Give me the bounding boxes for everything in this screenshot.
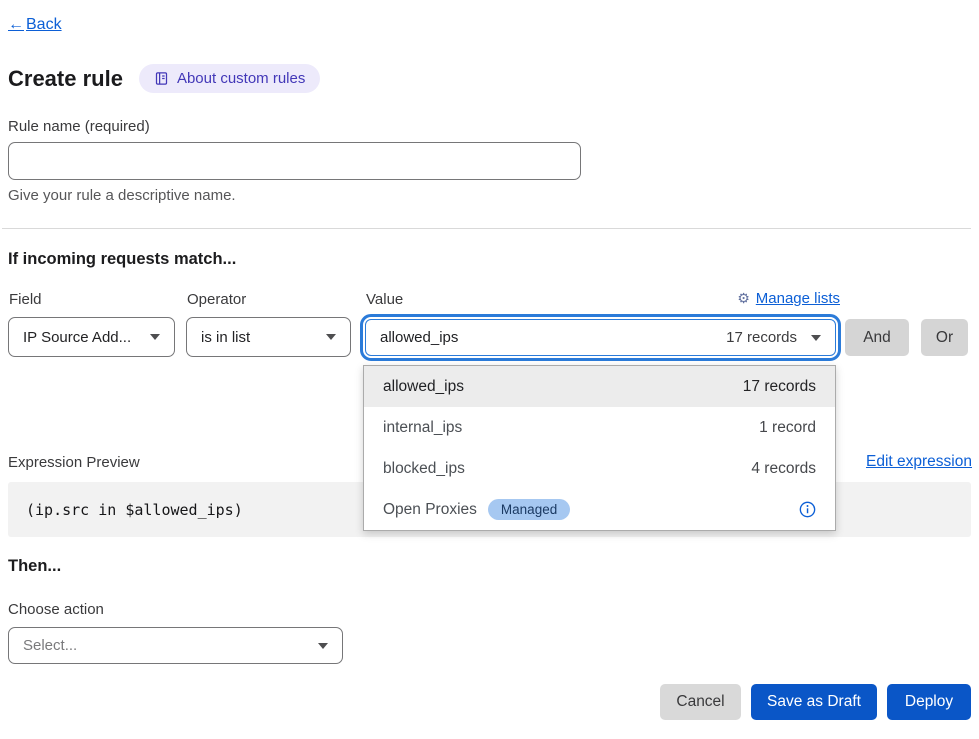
- value-select-record-count: 17 records: [726, 329, 797, 346]
- deploy-button[interactable]: Deploy: [887, 684, 971, 720]
- value-select-value: allowed_ips: [380, 329, 458, 346]
- title-row: Create rule About custom rules: [8, 64, 320, 93]
- choose-action-label: Choose action: [8, 601, 104, 618]
- list-item-name: Open Proxies: [383, 501, 477, 519]
- save-as-draft-button[interactable]: Save as Draft: [751, 684, 877, 720]
- field-select-value: IP Source Add...: [23, 329, 131, 346]
- match-section-heading: If incoming requests match...: [8, 250, 236, 269]
- list-item-name: allowed_ips: [383, 378, 464, 396]
- create-rule-page: ←Back Create rule About custom rules Rul…: [0, 0, 979, 739]
- about-custom-rules-label: About custom rules: [177, 70, 305, 87]
- field-select[interactable]: IP Source Add...: [8, 317, 175, 357]
- list-item-allowed-ips[interactable]: allowed_ips 17 records: [364, 366, 835, 407]
- operator-select-value: is in list: [201, 329, 250, 346]
- expression-code: (ip.src in $allowed_ips): [26, 501, 243, 519]
- expression-preview-label: Expression Preview: [8, 454, 140, 471]
- info-icon[interactable]: [799, 501, 816, 518]
- list-item-record-count: 17 records: [743, 378, 816, 396]
- or-button[interactable]: Or: [921, 319, 968, 356]
- back-link-label: Back: [26, 16, 62, 34]
- rule-name-label: Rule name (required): [8, 118, 150, 135]
- rule-name-helper-text: Give your rule a descriptive name.: [8, 187, 236, 204]
- value-select[interactable]: allowed_ips 17 records: [365, 319, 836, 356]
- and-button[interactable]: And: [845, 319, 909, 356]
- field-label: Field: [9, 291, 42, 308]
- list-item-name: internal_ips: [383, 419, 462, 437]
- edit-expression-link[interactable]: Edit expression: [866, 453, 972, 471]
- gear-icon: ⚙: [737, 290, 750, 307]
- value-dropdown-panel: allowed_ips 17 records internal_ips 1 re…: [363, 365, 836, 531]
- chevron-down-icon: [811, 335, 821, 341]
- list-item-record-count: 1 record: [759, 419, 816, 437]
- manage-lists-label: Manage lists: [756, 290, 840, 307]
- chevron-down-icon: [318, 643, 328, 649]
- page-title: Create rule: [8, 66, 123, 92]
- managed-badge: Managed: [488, 499, 570, 521]
- list-item-open-proxies[interactable]: Open Proxies Managed: [364, 489, 835, 530]
- section-divider: [2, 228, 971, 229]
- back-link[interactable]: ←Back: [8, 16, 62, 34]
- rule-name-input[interactable]: [8, 142, 581, 180]
- list-item-blocked-ips[interactable]: blocked_ips 4 records: [364, 448, 835, 489]
- value-label: Value: [366, 291, 403, 308]
- operator-select[interactable]: is in list: [186, 317, 351, 357]
- cancel-button[interactable]: Cancel: [660, 684, 741, 720]
- chevron-down-icon: [326, 334, 336, 340]
- manage-lists-link[interactable]: ⚙ Manage lists: [737, 290, 840, 307]
- operator-label: Operator: [187, 291, 246, 308]
- list-item-name: blocked_ips: [383, 460, 465, 478]
- then-section-heading: Then...: [8, 557, 61, 576]
- list-item-internal-ips[interactable]: internal_ips 1 record: [364, 407, 835, 448]
- chevron-down-icon: [150, 334, 160, 340]
- action-select[interactable]: Select...: [8, 627, 343, 664]
- action-select-placeholder: Select...: [23, 637, 77, 654]
- book-icon: [154, 71, 169, 86]
- back-arrow-icon: ←: [8, 16, 24, 34]
- about-custom-rules-link[interactable]: About custom rules: [139, 64, 320, 93]
- list-item-record-count: 4 records: [751, 460, 816, 478]
